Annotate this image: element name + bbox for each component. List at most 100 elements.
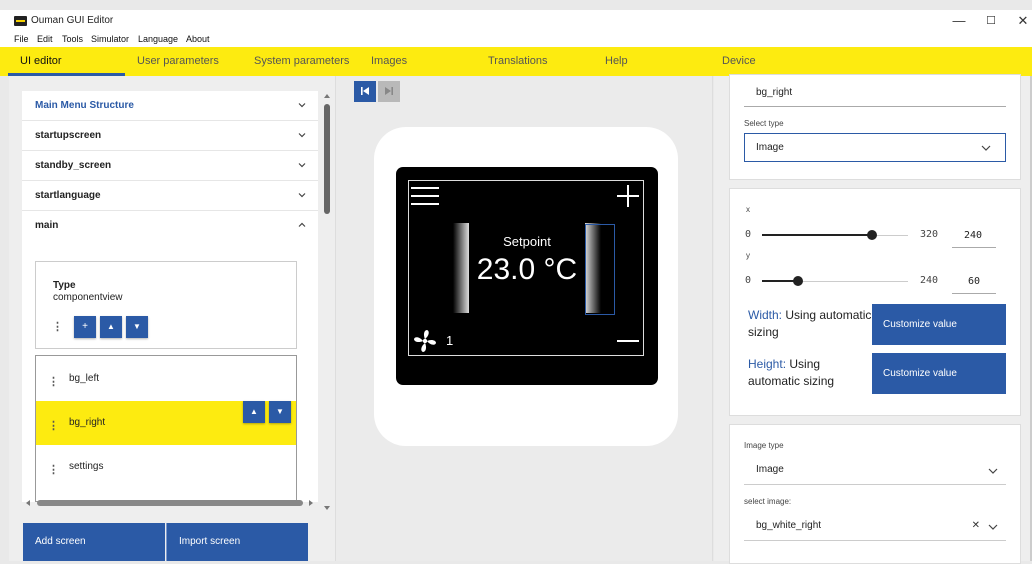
height-key: Height:	[748, 357, 787, 371]
tab-user-parameters[interactable]: User parameters	[137, 55, 219, 67]
list-item-label: bg_left	[69, 373, 100, 384]
chevron-down-icon	[981, 145, 991, 151]
accordion-label: startlanguage	[35, 190, 101, 201]
x-max-label: 320	[920, 229, 939, 240]
y-slider-thumb[interactable]	[793, 276, 803, 286]
tab-device[interactable]: Device	[722, 55, 756, 67]
tab-ui-editor[interactable]: UI editor	[20, 55, 62, 67]
x-label: x	[746, 205, 750, 214]
app-logo-icon	[14, 16, 27, 26]
chevron-down-icon	[298, 103, 306, 108]
menu-icon[interactable]	[411, 185, 439, 207]
item-move-down-button[interactable]: ▼	[269, 401, 291, 423]
select-type-dropdown[interactable]: Image	[744, 133, 1006, 162]
scroll-down-arrow-icon[interactable]	[323, 505, 331, 511]
list-item-bg-right[interactable]: ⋮ bg_right ▲ ▼	[36, 401, 296, 445]
tab-help[interactable]: Help	[605, 55, 628, 67]
select-type-label: Select type	[744, 119, 784, 128]
skip-forward-icon	[385, 87, 393, 95]
menu-bar: File Edit Tools Simulator Language About	[0, 32, 1032, 47]
type-value: componentview	[53, 292, 123, 303]
drag-handle-icon[interactable]: ⋮	[52, 320, 63, 333]
component-name-card: bg_right Select type Image	[729, 74, 1021, 180]
structure-panel: Main Menu Structure startupscreen standb…	[9, 76, 335, 561]
add-screen-button[interactable]: Add screen	[23, 523, 165, 561]
close-button[interactable]: ✕	[1008, 12, 1032, 30]
menu-edit[interactable]: Edit	[37, 34, 53, 44]
drag-handle-icon[interactable]: ⋮	[48, 463, 59, 476]
import-screen-button[interactable]: Import screen	[166, 523, 308, 561]
horizontal-scrollbar[interactable]	[25, 498, 315, 508]
customize-width-button[interactable]: Customize value	[872, 304, 1006, 345]
chevron-up-icon	[298, 222, 306, 227]
minus-icon[interactable]	[617, 340, 639, 343]
drag-handle-icon[interactable]: ⋮	[48, 419, 59, 432]
menu-simulator[interactable]: Simulator	[91, 34, 129, 44]
image-type-dropdown[interactable]: Image	[744, 459, 1006, 483]
tab-system-parameters[interactable]: System parameters	[254, 55, 349, 67]
x-slider-thumb[interactable]	[867, 230, 877, 240]
y-max-label: 240	[920, 275, 939, 286]
list-item-settings[interactable]: ⋮ settings	[36, 445, 296, 489]
y-value-input[interactable]: 60	[968, 276, 980, 287]
fan-speed-value: 1	[446, 333, 454, 348]
accordion-label: standby_screen	[35, 160, 112, 171]
tab-translations[interactable]: Translations	[488, 55, 548, 67]
device-screen: Setpoint 23.0 °C 1	[396, 167, 658, 385]
move-down-button[interactable]: ▼	[126, 316, 148, 338]
setpoint-label: Setpoint	[503, 234, 551, 249]
customize-height-button[interactable]: Customize value	[872, 353, 1006, 394]
accordion-label: startupscreen	[35, 130, 102, 141]
image-type-label: Image type	[744, 441, 784, 450]
menu-language[interactable]: Language	[138, 34, 178, 44]
x-min-label: 0	[745, 229, 752, 240]
accordion-main-menu-structure[interactable]: Main Menu Structure	[22, 91, 318, 121]
accordion-startlanguage[interactable]: startlanguage	[22, 181, 318, 211]
plus-icon[interactable]	[617, 185, 639, 207]
image-type-underline	[744, 484, 1006, 485]
chevron-down-icon	[298, 133, 306, 138]
vertical-scrollbar[interactable]	[323, 92, 331, 510]
x-value-input[interactable]: 240	[964, 230, 982, 241]
chevron-down-icon	[298, 163, 306, 168]
component-name-value[interactable]: bg_right	[756, 87, 792, 98]
minimize-button[interactable]: —	[944, 12, 974, 30]
vertical-scroll-thumb[interactable]	[324, 104, 330, 214]
menu-about[interactable]: About	[186, 34, 210, 44]
accordion-startupscreen[interactable]: startupscreen	[22, 121, 318, 151]
screen-view: Setpoint 23.0 °C 1	[408, 180, 644, 356]
y-label: y	[746, 251, 750, 260]
accordion-standby-screen[interactable]: standby_screen	[22, 151, 318, 181]
x-slider-track[interactable]	[762, 234, 872, 236]
move-up-button[interactable]: ▲	[100, 316, 122, 338]
y-input-underline	[952, 293, 996, 294]
accordion-main[interactable]: main	[22, 211, 318, 241]
horizontal-scroll-thumb[interactable]	[37, 500, 303, 506]
scroll-left-arrow-icon[interactable]	[25, 499, 31, 507]
item-move-up-button[interactable]: ▲	[243, 401, 265, 423]
image-settings-card: Image type Image select image: bg_white_…	[729, 424, 1021, 564]
width-sizing-text: Width: Using automatic sizing	[748, 307, 874, 341]
name-field-underline	[744, 106, 1006, 107]
clear-icon[interactable]: ✕	[972, 520, 980, 531]
skip-forward-button[interactable]	[378, 81, 400, 102]
drag-handle-icon[interactable]: ⋮	[48, 375, 59, 388]
menu-file[interactable]: File	[14, 34, 29, 44]
list-item-label: bg_right	[69, 417, 106, 428]
select-image-label: select image:	[744, 497, 792, 506]
scroll-up-arrow-icon[interactable]	[323, 93, 331, 99]
chevron-down-icon	[298, 193, 306, 198]
select-image-dropdown[interactable]: bg_white_right ✕	[744, 515, 1006, 539]
skip-back-icon	[361, 87, 369, 95]
window-title: Ouman GUI Editor	[31, 15, 114, 26]
fan-icon[interactable]	[413, 329, 437, 353]
scroll-right-arrow-icon[interactable]	[308, 499, 314, 507]
tab-bar: UI editor User parameters System paramet…	[0, 47, 1032, 76]
menu-tools[interactable]: Tools	[62, 34, 83, 44]
chevron-down-icon	[988, 524, 998, 530]
list-item-bg-left[interactable]: ⋮ bg_left	[36, 357, 296, 401]
maximize-button[interactable]: ☐	[976, 12, 1006, 30]
add-component-button[interactable]: +	[74, 316, 96, 338]
tab-images[interactable]: Images	[371, 55, 407, 67]
skip-back-button[interactable]	[354, 81, 376, 102]
